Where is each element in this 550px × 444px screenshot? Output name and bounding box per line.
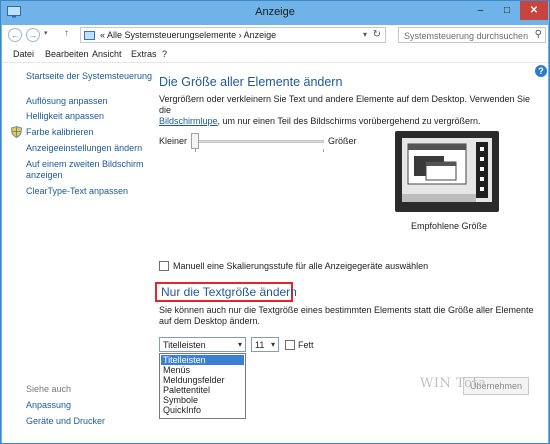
- preview-caption: Empfohlene Größe: [411, 221, 488, 231]
- element-dropdown-list: Titelleisten Menüs Meldungsfelder Palett…: [159, 353, 246, 419]
- see-also-heading: Siehe auch: [26, 384, 72, 394]
- menu-file[interactable]: Datei: [13, 49, 34, 59]
- sidebar-item-second-screen-cont[interactable]: anzeigen: [26, 170, 63, 181]
- sidebar-item-personalization[interactable]: Anpassung: [26, 400, 71, 411]
- address-dropdown-icon[interactable]: ▾: [363, 30, 367, 39]
- element-select-value: Titelleisten: [163, 340, 206, 350]
- slider-tick: [195, 149, 196, 152]
- forward-button[interactable]: →: [26, 28, 40, 42]
- element-select[interactable]: Titelleisten ▾: [159, 337, 246, 352]
- chevron-down-icon: ▾: [270, 340, 275, 349]
- main-content: ? Startseite der Systemsteuerung Auflösu…: [2, 63, 548, 443]
- dropdown-option[interactable]: Menüs: [161, 365, 244, 375]
- preview-windows-icon: [402, 142, 488, 202]
- address-path: « Alle Systemsteuerungselemente › Anzeig…: [100, 30, 276, 40]
- refresh-icon[interactable]: ↻: [373, 29, 381, 40]
- description-text: Vergrößern oder verkleinern Sie Text und…: [159, 94, 534, 127]
- address-prefix[interactable]: «: [100, 30, 105, 40]
- title-bar: Anzeige – □ ✕: [1, 1, 549, 25]
- navigation-bar: ← → ▾ ↑ « Alle Systemsteuerungselemente …: [2, 25, 548, 45]
- maximize-button[interactable]: □: [494, 1, 520, 20]
- dropdown-option[interactable]: Palettentitel: [161, 385, 244, 395]
- sidebar-home-link[interactable]: Startseite der Systemsteuerung: [26, 71, 152, 82]
- sidebar-item-second-screen[interactable]: Auf einem zweiten Bildschirm: [26, 159, 144, 170]
- menu-edit[interactable]: Bearbeiten: [45, 49, 89, 59]
- breadcrumb-display[interactable]: Anzeige: [244, 30, 277, 40]
- description-line1: Vergrößern oder verkleinern Sie Text und…: [159, 94, 531, 115]
- bold-checkbox[interactable]: [285, 340, 295, 350]
- breadcrumb-separator: ›: [238, 30, 242, 40]
- help-icon[interactable]: ?: [535, 65, 547, 77]
- search-icon[interactable]: ⚲: [535, 29, 542, 40]
- page-title: Die Größe aller Elemente ändern: [159, 75, 343, 89]
- breadcrumb-all-items[interactable]: Alle Systemsteuerungselemente: [107, 30, 236, 40]
- font-size-select[interactable]: 11 ▾: [251, 337, 279, 352]
- sidebar-item-brightness[interactable]: Helligkeit anpassen: [26, 111, 104, 122]
- up-button[interactable]: ↑: [64, 28, 69, 39]
- magnifier-link[interactable]: Bildschirmlupe: [159, 116, 218, 126]
- window-frame: Anzeige – □ ✕ ← → ▾ ↑ « Alle Systemsteue…: [0, 0, 550, 444]
- font-size-value: 11: [255, 340, 265, 350]
- sidebar-item-resolution[interactable]: Auflösung anpassen: [26, 96, 108, 107]
- slider-tick: [323, 149, 324, 152]
- slider-min-label: Kleiner: [159, 136, 188, 146]
- sidebar-item-devices-printers[interactable]: Geräte und Drucker: [26, 416, 105, 427]
- sidebar-item-calibrate-color[interactable]: Farbe kalibrieren: [26, 127, 94, 138]
- bold-label[interactable]: Fett: [298, 340, 314, 350]
- dropdown-option[interactable]: Meldungsfelder: [161, 375, 244, 385]
- menu-tools[interactable]: Extras: [131, 49, 157, 59]
- menu-bar: Datei Bearbeiten Ansicht Extras ?: [2, 45, 548, 63]
- control-panel-icon: [84, 31, 95, 40]
- watermark-logo: WIN Tota: [420, 376, 487, 391]
- sidebar-item-cleartype[interactable]: ClearType-Text anpassen: [26, 186, 128, 197]
- chevron-down-icon: ▾: [237, 340, 242, 349]
- manual-scaling-checkbox[interactable]: [159, 261, 169, 271]
- dropdown-option[interactable]: Titelleisten: [161, 355, 244, 365]
- dropdown-option[interactable]: QuickInfo: [161, 405, 244, 415]
- text-size-heading: Nur die Textgröße ändern: [161, 285, 297, 299]
- slider-max-label: Größer: [328, 136, 357, 146]
- size-slider-thumb[interactable]: [191, 133, 199, 149]
- shield-icon: [11, 126, 22, 138]
- menu-view[interactable]: Ansicht: [92, 49, 122, 59]
- preview-monitor: [395, 131, 499, 212]
- size-slider-track[interactable]: [194, 140, 324, 143]
- manual-scaling-label[interactable]: Manuell eine Skalierungsstufe für alle A…: [173, 261, 428, 271]
- close-button[interactable]: ✕: [520, 1, 548, 20]
- address-bar[interactable]: « Alle Systemsteuerungselemente › Anzeig…: [80, 27, 386, 43]
- minimize-button[interactable]: –: [467, 1, 494, 20]
- preview-screen: [402, 138, 492, 202]
- back-button[interactable]: ←: [8, 28, 22, 42]
- dropdown-option[interactable]: Symbole: [161, 395, 244, 405]
- text-size-heading-highlight: Nur die Textgröße ändern: [155, 282, 297, 302]
- search-input[interactable]: Systemsteuerung durchsuchen: [404, 31, 528, 41]
- menu-help[interactable]: ?: [162, 49, 167, 59]
- recent-locations-icon[interactable]: ▾: [44, 29, 48, 37]
- description-line2: , um nur einen Teil des Bildschirms vorü…: [217, 116, 481, 126]
- text-size-description: Sie können auch nur die Textgröße eines …: [159, 305, 534, 326]
- search-box[interactable]: Systemsteuerung durchsuchen ⚲: [398, 27, 546, 43]
- sidebar-item-display-settings[interactable]: Anzeigeeinstellungen ändern: [26, 143, 142, 154]
